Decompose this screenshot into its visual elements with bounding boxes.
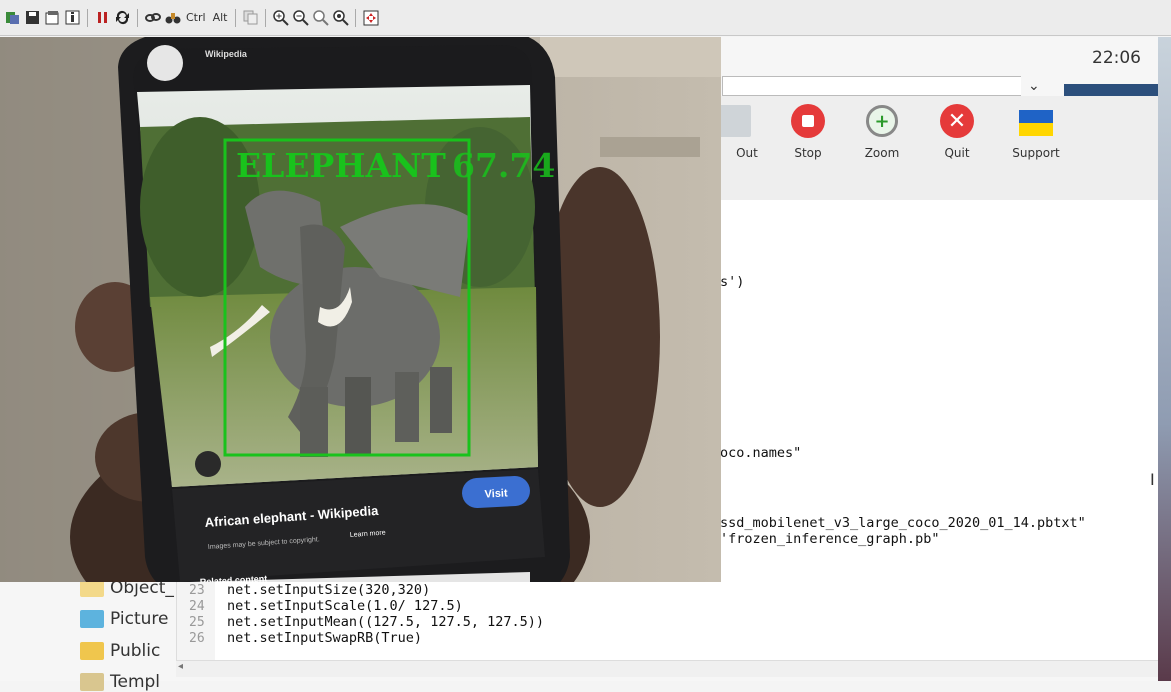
clipboard-icon[interactable] [4,9,21,26]
line-number: 23 [189,583,205,598]
zoom-icon: + [866,105,898,137]
zoom-out-icon[interactable] [292,9,309,26]
file-item[interactable]: Public [80,641,160,661]
vnc-tool-panel: Out Stop + Zoom ✕ Quit Support [719,96,1171,201]
code-line: net.setInputScale(1.0/ 127.5) [227,598,463,614]
chain-icon[interactable] [144,9,161,26]
stop-button[interactable]: Stop [773,104,843,160]
viewer-toolbar: Ctrl Alt [0,0,1171,36]
address-field[interactable] [722,76,1021,96]
detection-label: ELEPHANT [236,146,446,185]
file-name: Public [110,641,161,661]
ctrl-key-button[interactable]: Ctrl [184,11,208,24]
stop-label: Stop [794,146,822,160]
line-number: 26 [189,631,205,646]
clock: 22:06 [1092,48,1141,68]
horizontal-scrollbar[interactable]: ◂ [176,660,1161,677]
toolbar-divider [235,8,237,27]
phone-header: Wikipedia [205,49,248,59]
zoom-fit-icon[interactable] [332,9,349,26]
quit-icon: ✕ [940,104,974,138]
code-fragment: ssd_mobilenet_v3_large_coco_2020_01_14.p… [720,515,1086,531]
scroll-left-icon[interactable]: ◂ [178,661,183,672]
code-editor[interactable]: 23 net.setInputSize(320,320) 24 net.setI… [176,582,1162,660]
fullscreen-icon[interactable] [362,9,379,26]
text-cursor-icon: I [1150,470,1155,489]
binoculars-icon[interactable] [164,9,181,26]
code-fragment: oco.names" [720,445,802,461]
stop-icon [791,104,825,138]
chevron-down-icon[interactable]: ⌄ [1028,78,1040,94]
detection-score: 67.74 [452,146,555,185]
info-icon[interactable] [64,9,81,26]
folder-icon [80,673,104,691]
zoom-in-icon[interactable] [272,9,289,26]
zoom-label: Zoom [864,146,900,160]
code-line: net.setInputMean((127.5, 127.5, 127.5)) [227,614,544,630]
file-name: Templ [110,672,161,692]
file-item[interactable]: Picture [80,609,168,629]
pictures-folder-icon [80,610,104,628]
support-label: Support [1012,146,1060,160]
save-icon[interactable] [24,9,41,26]
refresh-icon[interactable] [114,9,131,26]
line-number: 25 [189,615,205,630]
toolbar-divider [265,8,267,27]
camera-frame: Visit African elephant - Wikipedia Image… [0,37,721,582]
line-number: 24 [189,599,205,614]
quit-button[interactable]: ✕ Quit [922,104,992,160]
zoom-out-icon [719,105,751,137]
file-item[interactable]: Templ [80,672,160,692]
pause-icon[interactable] [94,9,111,26]
options-icon[interactable] [44,9,61,26]
support-button[interactable]: Support [1001,104,1071,160]
window-titlebar [1064,84,1171,96]
alt-key-button[interactable]: Alt [211,11,230,24]
file-manager-sidebar: Object_ Picture Public Templ [0,578,176,692]
code-fragment: s') [720,274,745,290]
code-line: net.setInputSwapRB(True) [227,630,423,646]
ukraine-flag-icon [1019,110,1053,136]
code-line: net.setInputSize(320,320) [227,582,431,598]
copy-icon[interactable] [242,9,259,26]
toolbar-divider [137,8,138,27]
public-folder-icon [80,642,104,660]
file-name: Picture [110,609,169,629]
quit-label: Quit [944,146,970,160]
camera-feed-window: Visit African elephant - Wikipedia Image… [0,37,721,582]
visit-button: Visit [484,487,508,500]
zoom-button[interactable]: + Zoom [847,104,917,160]
toolbar-divider [87,8,88,27]
zoom-reset-icon[interactable] [312,9,329,26]
window-edge [1158,37,1171,681]
toolbar-divider [355,8,357,27]
code-fragment: 'frozen_inference_graph.pb" [720,531,940,547]
